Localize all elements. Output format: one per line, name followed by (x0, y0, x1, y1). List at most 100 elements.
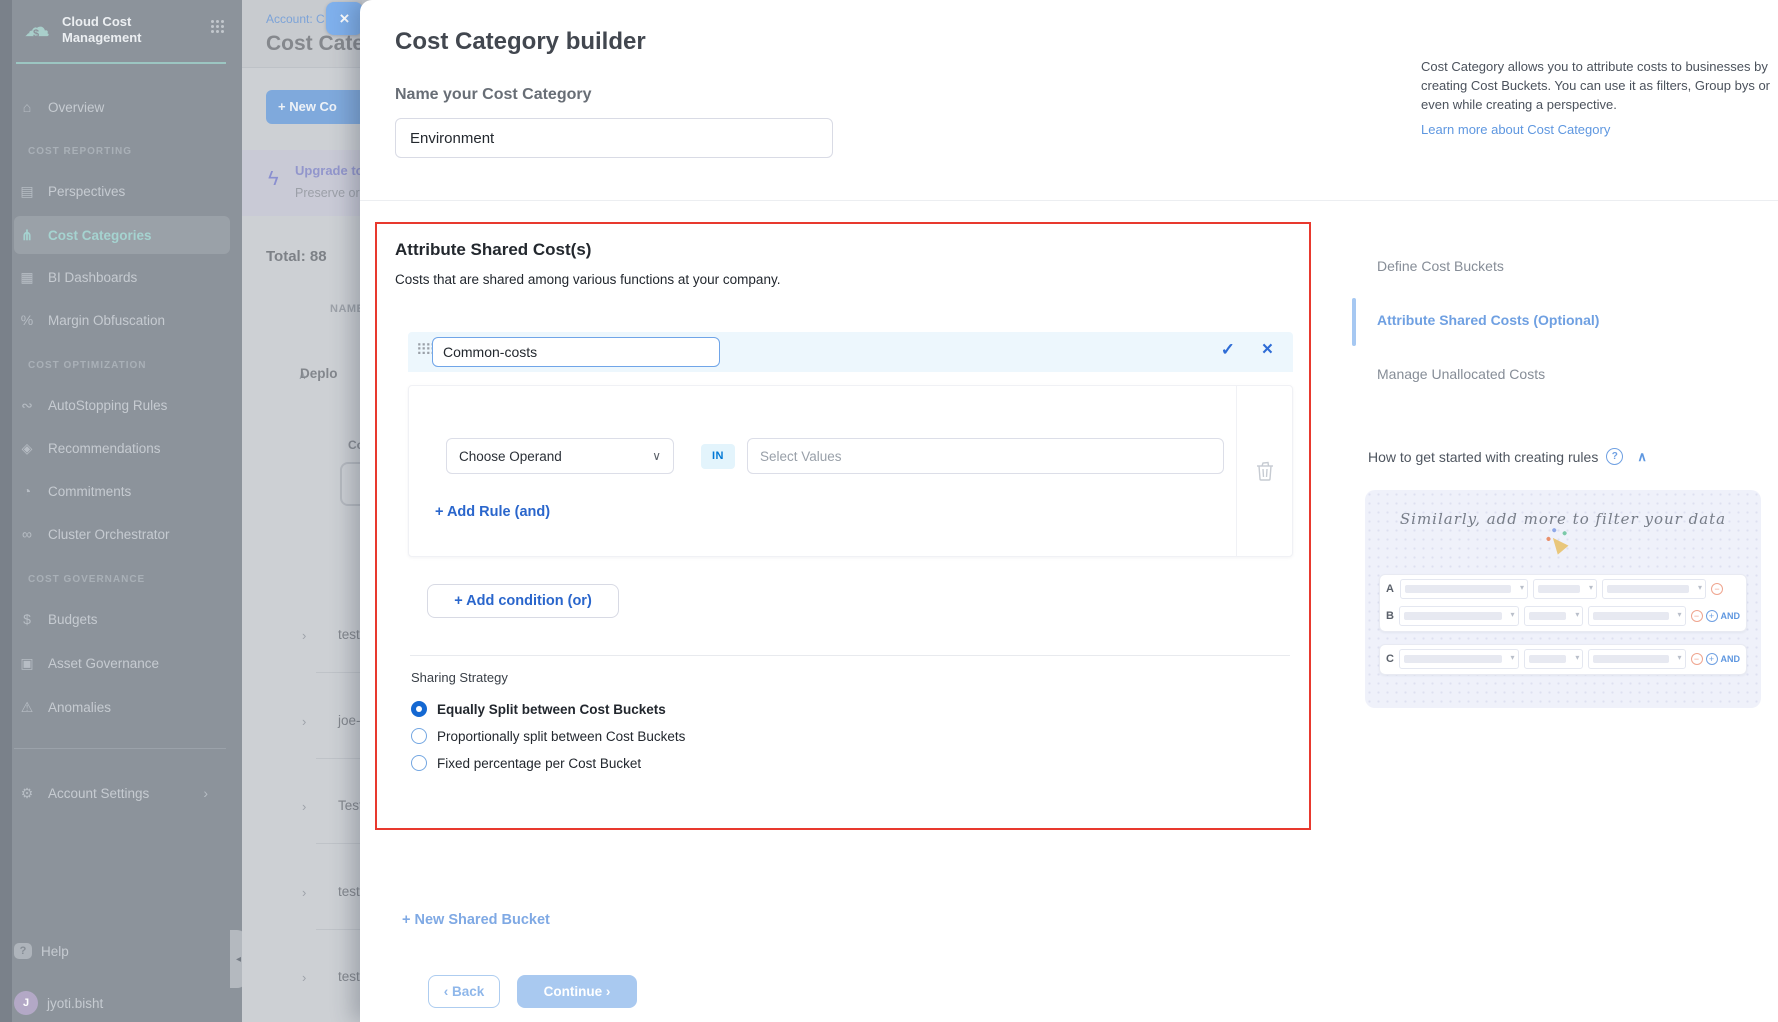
sidebar-item-margin-obfuscation[interactable]: % Margin Obfuscation (14, 305, 230, 335)
step-attribute-shared-costs[interactable]: Attribute Shared Costs (Optional) (1377, 312, 1599, 328)
attribute-shared-costs-title: Attribute Shared Cost(s) (395, 240, 591, 260)
cost-category-builder-modal: Cost Category builder Name your Cost Cat… (360, 0, 1778, 1022)
sidebar-item-user[interactable]: J jyoti.bisht (14, 988, 230, 1018)
chevron-up-icon[interactable]: ∧ (1637, 449, 1647, 465)
banner-title: Upgrade to (295, 163, 364, 178)
sidebar-item-budgets[interactable]: $ Budgets (14, 604, 230, 634)
row-divider (316, 758, 362, 759)
strategy-radio-proportionally[interactable]: Proportionally split between Cost Bucket… (411, 728, 685, 744)
sidebar: ☁$ Cloud Cost Management ⌂ Overview COST… (0, 0, 242, 1022)
step-define-cost-buckets[interactable]: Define Cost Buckets (1377, 258, 1504, 274)
sidebar-item-asset-governance[interactable]: ▣ Asset Governance (14, 648, 230, 678)
strategy-radio-equally[interactable]: Equally Split between Cost Buckets (411, 701, 666, 717)
back-button[interactable]: ‹ Back (428, 975, 500, 1008)
shared-bucket-header: ⠿⠿ ✓ × (408, 332, 1293, 372)
strategy-radio-fixed[interactable]: Fixed percentage per Cost Bucket (411, 755, 641, 771)
home-icon: ⌂ (14, 99, 40, 115)
name-cost-category-label: Name your Cost Category (395, 86, 592, 104)
table-row[interactable]: › testC (242, 883, 362, 913)
operand-select[interactable]: Choose Operand ∨ (446, 438, 674, 474)
add-rule-icon: + (1706, 653, 1718, 665)
new-shared-bucket-button[interactable]: + New Shared Bucket (402, 912, 550, 928)
page-title: Cost Cate (266, 32, 364, 56)
howto-header[interactable]: How to get started with creating rules ?… (1368, 448, 1647, 465)
sidebar-item-help[interactable]: ? Help (14, 936, 230, 966)
sidebar-item-commitments[interactable]: ◔ Commitments (14, 476, 230, 506)
recommendations-icon: ◈ (14, 440, 40, 457)
sharing-divider (410, 655, 1290, 656)
handwriting-caption: Similarly, add more to filter your data (1365, 510, 1761, 528)
select-values-input[interactable] (747, 438, 1224, 474)
background-page: Account: C Cost Cate + New Co ϟ Upgrade … (242, 0, 362, 1022)
header-divider (360, 200, 1778, 201)
cancel-x-icon[interactable]: × (1262, 339, 1273, 361)
radio-unselected-icon[interactable] (411, 728, 427, 744)
perspectives-icon: ▤ (14, 183, 40, 200)
caret-down-icon: ▾ (1698, 583, 1702, 592)
illustration-card-c: C ▾ ▾ ▾ − + AND (1379, 644, 1747, 675)
active-step-indicator (1352, 298, 1356, 346)
sidebar-item-recommendations[interactable]: ◈ Recommendations (14, 433, 230, 463)
attribute-shared-costs-subtitle: Costs that are shared among various func… (395, 272, 780, 287)
total-count: Total: 88 (266, 248, 327, 265)
avatar: J (14, 991, 38, 1015)
chevron-down-icon: ∨ (652, 449, 661, 463)
table-row[interactable]: › Test_ (242, 797, 362, 827)
close-icon: × (340, 9, 350, 28)
sidebar-item-overview[interactable]: ⌂ Overview (14, 92, 230, 122)
caret-down-icon: ▾ (1520, 583, 1524, 592)
table-row[interactable]: › testc (242, 968, 362, 998)
autostopping-icon: ∾ (14, 397, 40, 414)
table-row[interactable]: › test (242, 626, 362, 656)
remove-rule-icon: − (1691, 653, 1703, 665)
anomalies-icon: ⚠ (14, 699, 40, 716)
module-grid-icon[interactable] (211, 20, 224, 33)
bucket-name-input[interactable] (432, 337, 720, 367)
bi-dashboards-icon: ▦ (14, 269, 40, 286)
illustration-row-c: C ▾ ▾ ▾ − + AND (1380, 645, 1746, 672)
radio-selected-icon[interactable] (411, 701, 427, 717)
sidebar-item-cluster-orchestrator[interactable]: ∞ Cluster Orchestrator (14, 519, 230, 549)
sidebar-item-account-settings[interactable]: ⚙ Account Settings › (14, 778, 230, 808)
modal-close-button[interactable]: × (326, 2, 363, 35)
add-condition-button[interactable]: + Add condition (or) (427, 584, 619, 618)
chevron-right-icon: › (302, 970, 306, 985)
sidebar-item-autostopping-rules[interactable]: ∾ AutoStopping Rules (14, 390, 230, 420)
sidebar-divider (14, 748, 226, 749)
and-label: AND (1721, 654, 1741, 664)
party-popper-icon (1547, 533, 1568, 554)
banner-subtitle: Preserve or (295, 186, 360, 200)
section-cost-governance: COST GOVERNANCE (28, 574, 145, 585)
caret-down-icon: ▾ (1677, 653, 1681, 662)
delete-rule-cell[interactable] (1236, 386, 1292, 556)
sidebar-item-bi-dashboards[interactable]: ▦ BI Dashboards (14, 262, 230, 292)
chevron-right-icon: › (302, 714, 306, 729)
chevron-right-icon: › (302, 799, 306, 814)
chevron-right-icon: › (302, 628, 306, 643)
cost-category-name-input[interactable] (395, 118, 833, 158)
continue-button[interactable]: Continue › (517, 975, 637, 1008)
add-rule-button[interactable]: + Add Rule (and) (435, 504, 550, 520)
app-title: Cloud Cost Management (62, 14, 192, 47)
trash-icon (1256, 461, 1274, 481)
sidebar-item-cost-categories[interactable]: ⋔ Cost Categories (14, 216, 230, 254)
table-row[interactable]: › joe-t (242, 712, 362, 742)
row-divider (316, 929, 362, 930)
sidebar-item-anomalies[interactable]: ⚠ Anomalies (14, 692, 230, 722)
operator-badge: IN (701, 444, 735, 469)
sidebar-item-perspectives[interactable]: ▤ Perspectives (14, 176, 230, 206)
cluster-orchestrator-icon: ∞ (14, 526, 40, 542)
learn-more-link[interactable]: Learn more about Cost Category (1421, 122, 1610, 137)
caret-down-icon: ▾ (1575, 653, 1579, 662)
radio-unselected-icon[interactable] (411, 755, 427, 771)
chevron-right-icon: › (203, 785, 208, 801)
question-circle-icon: ? (1606, 448, 1623, 465)
budgets-icon: $ (14, 611, 40, 627)
confirm-check-icon[interactable]: ✓ (1221, 340, 1235, 360)
caret-down-icon: ▾ (1677, 610, 1681, 619)
group-row-label: Deplo (300, 366, 338, 381)
caret-down-icon: ▾ (1589, 583, 1593, 592)
rule-card: Choose Operand ∨ IN + Add Rule (and) (408, 385, 1293, 557)
step-manage-unallocated-costs[interactable]: Manage Unallocated Costs (1377, 366, 1545, 382)
illustration-row-a: A ▾ ▾ ▾ − (1380, 575, 1746, 602)
